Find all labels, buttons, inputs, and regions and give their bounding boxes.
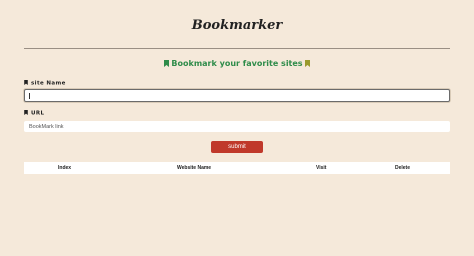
url-input[interactable]: BookMark link xyxy=(24,121,450,132)
bookmarks-table-header: Index Website Name Visit Delete xyxy=(24,162,450,174)
submit-button[interactable]: submit xyxy=(211,141,263,153)
text-caret xyxy=(29,92,30,99)
site-name-label: site Name xyxy=(24,80,66,88)
page: Bookmarker Bookmark your favorite sites … xyxy=(0,0,474,256)
column-header-delete: Delete xyxy=(395,165,411,171)
url-label: URL xyxy=(24,110,44,118)
logo: Bookmarker xyxy=(189,18,285,33)
column-header-website-name: Website Name xyxy=(177,165,212,171)
column-header-visit: Visit xyxy=(316,165,327,171)
page-subtitle: Bookmark your favorite sites xyxy=(0,58,474,69)
bookmark-icon xyxy=(24,110,28,115)
bookmark-icon xyxy=(163,60,169,67)
divider xyxy=(24,48,450,49)
header: Bookmarker xyxy=(0,14,474,34)
bookmark-icon xyxy=(305,60,311,67)
url-placeholder: BookMark link xyxy=(29,123,64,130)
column-header-index: Index xyxy=(58,165,72,171)
bookmark-icon xyxy=(24,80,28,85)
url-label-text: URL xyxy=(31,110,45,117)
site-name-label-text: site Name xyxy=(31,80,66,87)
site-name-input[interactable] xyxy=(24,89,450,102)
subtitle-text: Bookmark your favorite sites xyxy=(171,59,303,68)
